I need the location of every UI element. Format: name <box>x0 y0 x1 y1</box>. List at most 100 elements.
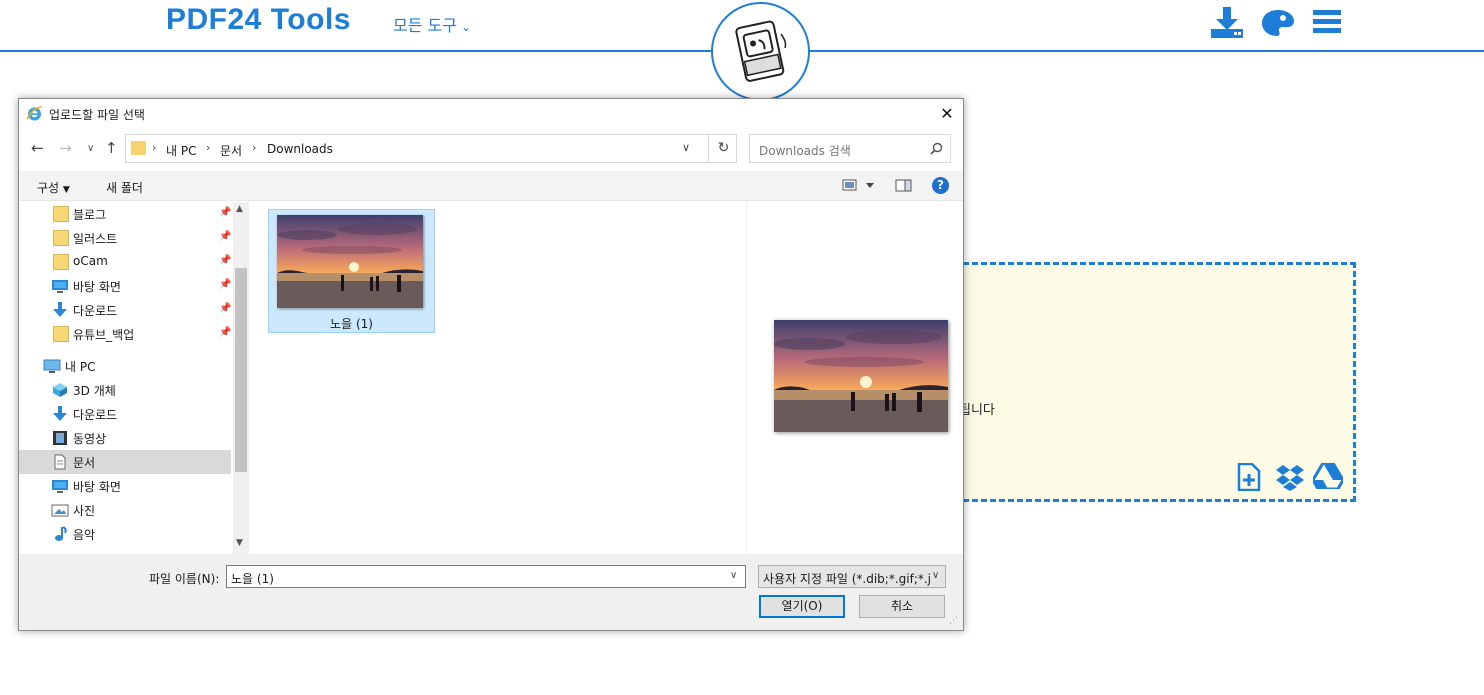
nav-item-illust[interactable]: 일러스트 📌 <box>19 226 231 250</box>
navigation-scrollbar[interactable]: ▲ ▼ <box>233 202 249 554</box>
sunset-thumbnail <box>277 215 423 308</box>
chevron-down-icon: ▼ <box>62 185 70 195</box>
nav-item-desktop-pc[interactable]: 바탕 화면 <box>19 474 231 498</box>
file-item[interactable]: 노을 (1) <box>268 209 435 333</box>
palette-icon[interactable] <box>1261 9 1295 41</box>
nav-item-label: 내 PC <box>65 360 96 374</box>
chevron-down-icon: ∨ <box>932 570 940 581</box>
file-type-select[interactable]: 사용자 지정 파일 (*.dib;*.gif;*.j ∨ <box>758 565 946 588</box>
file-type-value: 사용자 지정 파일 (*.dib;*.gif;*.j <box>763 572 931 586</box>
nav-item-label: 3D 개체 <box>73 384 116 398</box>
dialog-title: 업로드할 파일 선택 <box>49 108 145 122</box>
brand-logo[interactable]: PDF24 Tools <box>166 3 351 37</box>
folder-icon <box>53 254 69 270</box>
hamburger-menu-icon[interactable] <box>1313 10 1341 38</box>
dialog-footer: 파일 이름(N): 노을 (1) ∨ 사용자 지정 파일 (*.dib;*.gi… <box>19 554 963 630</box>
breadcrumb-separator-icon: › <box>252 141 257 154</box>
nav-item-label: 유튜브_백업 <box>73 328 135 342</box>
music-icon <box>51 526 67 542</box>
all-tools-menu[interactable]: 모든 도구 ⌄ <box>393 12 471 36</box>
nav-item-3d-objects[interactable]: 3D 개체 <box>19 378 231 402</box>
pin-icon: 📌 <box>219 207 232 218</box>
recent-locations-chevron-icon[interactable]: ∨ <box>87 143 94 154</box>
chevron-down-icon[interactable]: ∨ <box>730 570 737 581</box>
scroll-up-icon[interactable]: ▲ <box>236 204 243 214</box>
command-bar: 구성 ▼ 새 폴더 ? <box>19 171 963 201</box>
download-icon[interactable] <box>1210 7 1244 43</box>
navigation-bar: ← → ∨ ↑ › 내 PC › 문서 › Downloads ∨ ↻ Down… <box>19 129 963 171</box>
nav-item-label: 블로그 <box>73 208 107 222</box>
scrollbar-thumb[interactable] <box>235 268 247 472</box>
nav-item-blog[interactable]: 블로그 📌 <box>19 202 231 226</box>
nav-item-desktop[interactable]: 바탕 화면 📌 <box>19 274 231 298</box>
document-icon <box>51 454 67 470</box>
file-open-dialog: 업로드할 파일 선택 ✕ ← → ∨ ↑ › 내 PC › 문서 › Downl… <box>18 98 964 631</box>
nav-item-label: 동영상 <box>73 432 107 446</box>
breadcrumb-downloads[interactable]: Downloads <box>267 142 333 156</box>
dialog-titlebar[interactable]: 업로드할 파일 선택 ✕ <box>19 99 963 129</box>
nav-item-ocam[interactable]: oCam 📌 <box>19 250 231 274</box>
organize-button[interactable]: 구성 ▼ <box>37 179 70 196</box>
search-input[interactable]: Downloads 검색 <box>749 134 951 163</box>
file-name-field-label: 파일 이름(N): <box>149 572 220 586</box>
nav-item-label: 사진 <box>73 504 96 518</box>
nav-item-label: 다운로드 <box>73 304 118 318</box>
new-folder-button[interactable]: 새 폴더 <box>106 179 143 196</box>
folder-icon <box>131 141 146 155</box>
chevron-down-icon: ⌄ <box>460 20 472 34</box>
file-name-label: 노을 (1) <box>330 317 373 331</box>
download-arrow-icon <box>51 406 67 422</box>
resize-grip-icon[interactable]: ⋰ <box>949 616 958 626</box>
download-arrow-icon <box>51 302 67 318</box>
desktop-icon <box>51 478 68 494</box>
scroll-down-icon[interactable]: ▼ <box>236 538 243 548</box>
search-placeholder: Downloads 검색 <box>759 144 851 158</box>
nav-item-label: 다운로드 <box>73 408 118 422</box>
nav-item-youtube-backup[interactable]: 유튜브_백업 📌 <box>19 322 231 346</box>
preview-pane-icon[interactable] <box>895 179 912 195</box>
navigation-pane: 블로그 📌 일러스트 📌 oCam 📌 바탕 화면 📌 다운로드 📌 유튜브_백… <box>19 202 249 554</box>
nav-item-documents[interactable]: 문서 <box>19 450 231 474</box>
nav-item-label: oCam <box>73 254 108 268</box>
nav-item-label: 일러스트 <box>73 232 118 246</box>
nav-item-videos[interactable]: 동영상 <box>19 426 231 450</box>
dropzone-text: 됩니다 <box>959 403 995 418</box>
search-icon <box>930 142 943 158</box>
nav-item-downloads-pinned[interactable]: 다운로드 📌 <box>19 298 231 322</box>
desktop-icon <box>51 278 68 294</box>
folder-icon <box>53 326 69 342</box>
breadcrumb-documents[interactable]: 문서 <box>220 142 242 159</box>
back-arrow-icon[interactable]: ← <box>31 139 44 157</box>
close-icon[interactable]: ✕ <box>935 103 959 125</box>
file-name-value: 노을 (1) <box>231 572 274 586</box>
file-list-pane: 노을 (1) <box>249 202 746 554</box>
pin-icon: 📌 <box>219 231 232 242</box>
mascot-logo <box>711 2 810 101</box>
preview-pane <box>746 202 963 554</box>
nav-item-downloads[interactable]: 다운로드 <box>19 402 231 426</box>
folder-icon <box>53 206 69 222</box>
google-drive-icon[interactable] <box>1311 461 1345 493</box>
nav-item-label: 음악 <box>73 528 96 542</box>
refresh-icon[interactable]: ↻ <box>708 135 738 162</box>
dropbox-icon[interactable] <box>1276 463 1304 495</box>
chevron-down-icon[interactable]: ∨ <box>682 141 690 154</box>
up-arrow-icon[interactable]: ↑ <box>105 139 118 157</box>
pin-icon: 📌 <box>219 255 232 266</box>
open-button[interactable]: 열기(O) <box>759 595 845 618</box>
nav-item-label: 바탕 화면 <box>73 280 121 294</box>
picture-icon <box>51 502 69 518</box>
all-tools-label: 모든 도구 <box>393 16 457 35</box>
cube-icon <box>51 382 67 398</box>
file-name-input[interactable]: 노을 (1) ∨ <box>226 565 746 588</box>
address-bar[interactable]: › 내 PC › 문서 › Downloads ∨ ↻ <box>125 134 737 163</box>
forward-arrow-icon[interactable]: → <box>59 139 72 157</box>
nav-item-my-pc[interactable]: 내 PC <box>19 354 231 378</box>
add-file-icon[interactable] <box>1237 462 1261 495</box>
nav-item-pictures[interactable]: 사진 <box>19 498 231 522</box>
change-view-icon[interactable] <box>842 179 878 195</box>
cancel-button[interactable]: 취소 <box>859 595 945 618</box>
help-icon[interactable]: ? <box>932 177 949 194</box>
nav-item-music[interactable]: 음악 <box>19 522 231 546</box>
breadcrumb-my-pc[interactable]: 내 PC <box>166 142 196 159</box>
